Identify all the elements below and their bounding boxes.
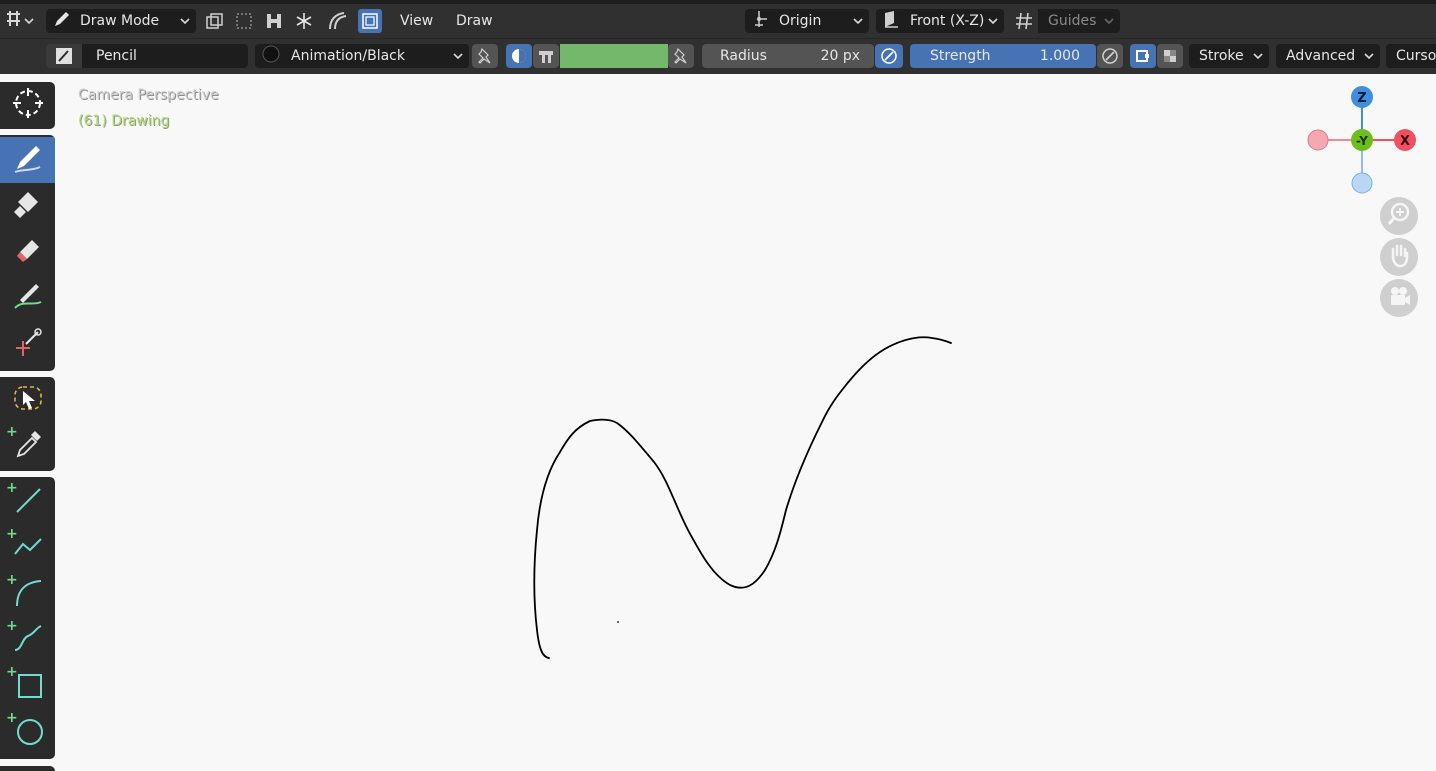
zoom-button[interactable] bbox=[1380, 197, 1418, 235]
pan-button[interactable] bbox=[1380, 238, 1418, 276]
pencil-stroke bbox=[533, 336, 952, 659]
gizmo-neg-x-ball[interactable] bbox=[1307, 129, 1329, 151]
hand-icon bbox=[1386, 242, 1412, 272]
gizmo-neg-z-ball[interactable] bbox=[1351, 172, 1373, 194]
drawing-canvas[interactable] bbox=[0, 0, 1436, 771]
camera-icon bbox=[1386, 283, 1412, 313]
gizmo-x-label: X bbox=[1400, 134, 1410, 149]
zoom-magnifier-icon bbox=[1386, 201, 1412, 231]
stroke-dot bbox=[617, 621, 619, 623]
gizmo-z-label: Z bbox=[1357, 91, 1366, 106]
navigation-gizmo[interactable]: Z X -Y bbox=[1300, 82, 1430, 202]
gizmo-y-label: -Y bbox=[1356, 134, 1368, 148]
blender-grease-pencil-window: Draw Mode View Draw Origin Front (X-Z) G… bbox=[0, 0, 1436, 771]
camera-view-button[interactable] bbox=[1380, 279, 1418, 317]
